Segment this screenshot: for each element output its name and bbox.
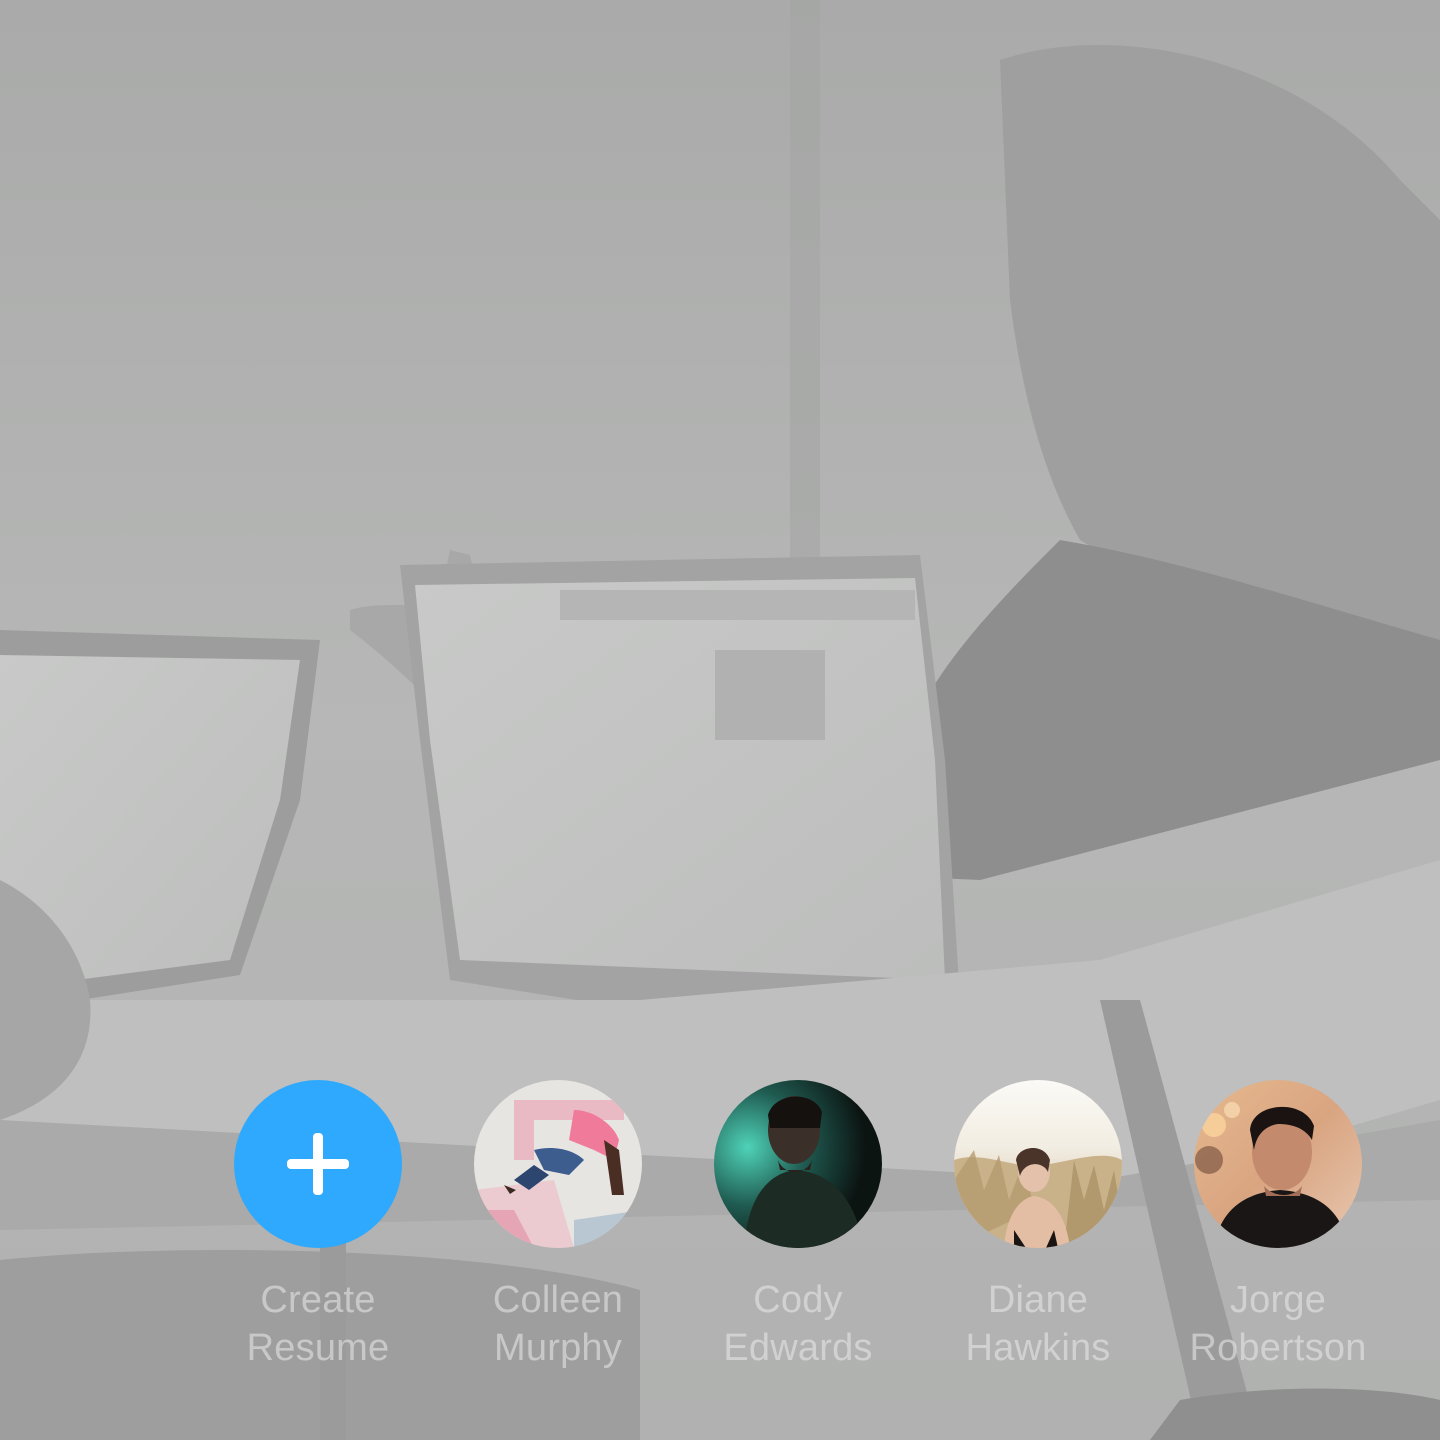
avatar-colleen-image [474,1080,642,1248]
story-label-line1: Colleen [492,1279,624,1321]
avatar-jorge-image [1194,1080,1362,1248]
story-label-line1: Create [260,1279,376,1321]
create-resume-story[interactable]: Create Resume [210,1080,426,1372]
avatar-cody-image [714,1080,882,1248]
story-label-line2: Edwards [723,1327,873,1369]
create-resume-button[interactable] [234,1080,402,1248]
story-label: Create Resume [210,1276,426,1372]
stories-screen: Create Resume Colleen Murphy Cody Edward… [0,0,1440,1440]
story-label-line2: Murphy [494,1327,622,1369]
avatar[interactable] [954,1080,1122,1248]
story-cody-edwards[interactable]: Cody Edwards [690,1080,906,1372]
story-label: Cody Edwards [690,1276,906,1372]
avatar-diane-image [954,1080,1122,1248]
plus-icon [287,1133,349,1195]
story-label-line1: Diane [987,1279,1089,1321]
story-label: Jorge Robertson [1170,1276,1386,1372]
stories-row: Create Resume Colleen Murphy Cody Edward… [210,1080,1410,1380]
story-label-line2: Hawkins [965,1327,1111,1369]
avatar[interactable] [714,1080,882,1248]
story-colleen-murphy[interactable]: Colleen Murphy [450,1080,666,1372]
story-label: Diane Hawkins [930,1276,1146,1372]
story-jorge-robertson[interactable]: Jorge Robertson [1170,1080,1386,1372]
story-label-line2: Resume [246,1327,390,1369]
story-diane-hawkins[interactable]: Diane Hawkins [930,1080,1146,1372]
story-label: Colleen Murphy [450,1276,666,1372]
avatar[interactable] [474,1080,642,1248]
story-label-line2: Robertson [1189,1327,1367,1369]
story-label-line1: Cody [753,1279,843,1321]
story-label-line1: Jorge [1229,1279,1327,1321]
avatar[interactable] [1194,1080,1362,1248]
